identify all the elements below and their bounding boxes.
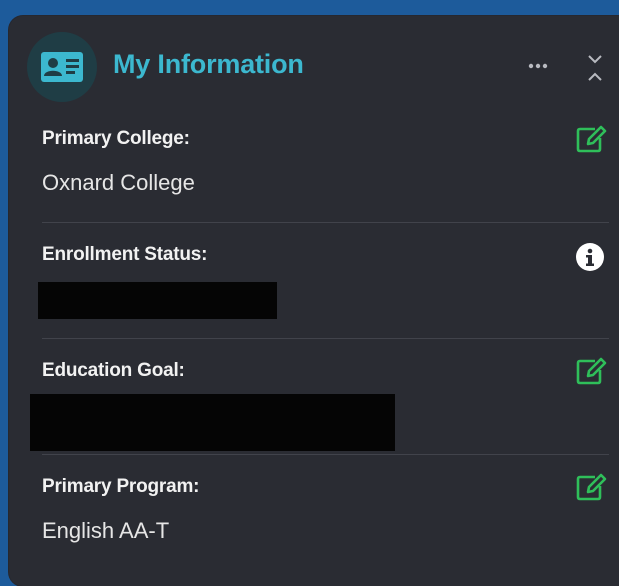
collapse-icon — [588, 55, 602, 81]
id-card-icon — [27, 32, 97, 102]
edit-primary-college-button[interactable] — [573, 122, 609, 156]
primary-college-section: Primary College: Oxnard College — [42, 122, 609, 222]
edit-icon — [576, 357, 607, 385]
primary-program-section: Primary Program: English AA-T — [42, 470, 609, 570]
info-icon — [576, 243, 604, 271]
redacted-education-goal — [30, 394, 395, 451]
edit-education-goal-button[interactable] — [573, 354, 609, 388]
more-options-button[interactable] — [523, 52, 553, 80]
card-header: My Information — [9, 16, 619, 116]
more-icon — [528, 63, 548, 69]
primary-program-label: Primary Program: — [42, 476, 200, 497]
card-title: My Information — [113, 49, 304, 79]
enrollment-status-label: Enrollment Status: — [42, 244, 208, 265]
edit-icon — [576, 473, 607, 501]
divider — [42, 454, 609, 455]
enrollment-status-info-button[interactable] — [575, 242, 605, 272]
edit-icon — [576, 125, 607, 153]
edit-primary-program-button[interactable] — [573, 470, 609, 504]
redacted-enrollment-status — [38, 282, 277, 319]
education-goal-label: Education Goal: — [42, 360, 185, 381]
my-information-card: My Information Primary College: Oxnard C… — [9, 16, 619, 586]
primary-program-value: English AA-T — [42, 518, 170, 543]
primary-college-value: Oxnard College — [42, 170, 195, 195]
primary-college-label: Primary College: — [42, 128, 190, 149]
divider — [42, 338, 609, 339]
collapse-button[interactable] — [582, 52, 608, 84]
divider — [42, 222, 609, 223]
